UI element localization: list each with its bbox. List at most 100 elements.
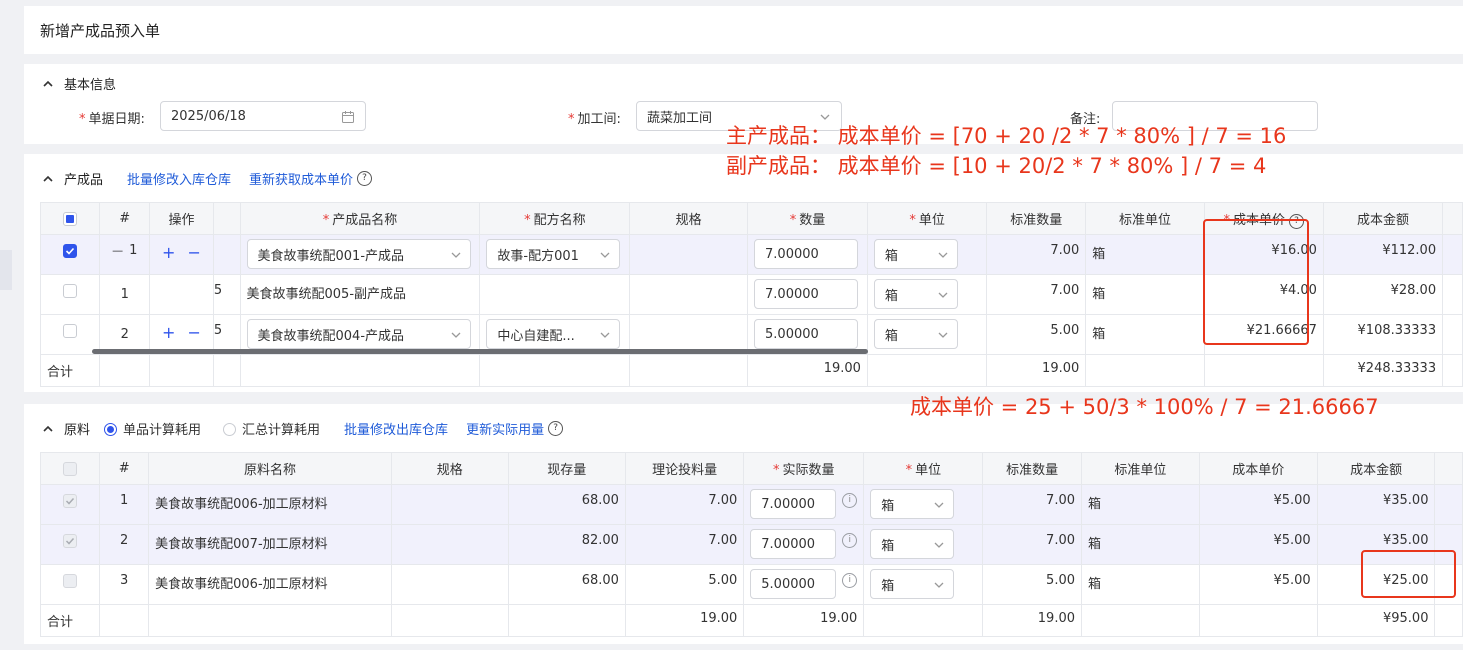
chevron-up-icon[interactable] <box>42 423 54 435</box>
row-checkbox[interactable] <box>63 243 78 258</box>
col-index: # <box>99 202 151 235</box>
theory-cell: 7.00 <box>624 524 745 565</box>
summary-label: 合计 <box>39 354 101 387</box>
info-icon[interactable]: i <box>842 533 858 548</box>
select-all-checkbox[interactable] <box>63 211 78 226</box>
help-icon[interactable]: ? <box>548 421 564 436</box>
chevron-down-icon <box>938 332 948 338</box>
update-usage-link[interactable]: 更新实际用量 <box>466 419 544 438</box>
select-all-checkbox[interactable] <box>63 461 78 476</box>
row-index: 3 <box>99 564 150 605</box>
check-icon <box>66 247 75 255</box>
summary-std-qty: 19.00 <box>982 604 1082 637</box>
materials-header-row: # 原料名称 规格 现存量 理论投料量 * 实际数量 * 单位 标准数量 标准单位 … <box>39 452 1463 485</box>
std-unit-cell: 箱 <box>1081 524 1200 565</box>
row-checkbox[interactable] <box>63 533 78 548</box>
stock-cell: 82.00 <box>507 524 626 565</box>
std-qty-cell: 7.00 <box>986 234 1087 275</box>
unit-select[interactable]: 箱 <box>873 239 958 269</box>
side-strip <box>0 250 12 290</box>
col-unit: * 单位 <box>863 452 984 485</box>
col-op: 操作 <box>149 202 214 235</box>
spec-cell <box>390 564 509 605</box>
info-icon[interactable]: i <box>842 573 858 588</box>
actual-qty-input[interactable]: 7.00000 <box>750 529 837 559</box>
unit-select[interactable]: 箱 <box>870 489 955 519</box>
actual-qty-input[interactable]: 5.00000 <box>750 569 837 599</box>
recipe-select[interactable]: 中心自建配... <box>486 319 621 349</box>
col-actual: * 实际数量 <box>743 452 865 485</box>
radio-dot <box>223 423 237 436</box>
remove-row-button[interactable]: − <box>187 243 200 262</box>
col-recipe: * 配方名称 <box>479 202 631 235</box>
info-icon[interactable]: i <box>842 493 858 508</box>
material-name-cell: 美食故事统配006-加工原材料 <box>148 484 392 525</box>
cost-price-cell: ¥5.00 <box>1198 524 1318 565</box>
collapse-icon[interactable]: — <box>112 244 123 257</box>
recipe-cell <box>479 274 631 315</box>
chevron-up-icon[interactable] <box>42 173 54 185</box>
product-name-cell: 美食故事统配005-副产成品 <box>239 274 481 315</box>
unit-select[interactable]: 箱 <box>870 529 955 559</box>
col-stock: 现存量 <box>507 452 626 485</box>
product-name-select[interactable]: 美食故事统配004-产成品 <box>246 319 471 349</box>
unit-select[interactable]: 箱 <box>873 279 958 309</box>
table-row[interactable]: 3 美食故事统配006-加工原材料 68.00 5.00 5.00000 i 箱 … <box>39 564 1463 605</box>
qty-input[interactable]: 7.00000 <box>754 279 859 309</box>
batch-warehouse-link[interactable]: 批量修改入库仓库 <box>127 169 231 188</box>
title-card: 新增产成品预入单 <box>24 6 1463 54</box>
chevron-down-icon <box>938 292 948 298</box>
materials-header: 原料 单品计算耗用 汇总计算耗用 批量修改出库仓库 更新实际用量 ? <box>42 419 564 438</box>
col-cost-amount: 成本金额 <box>1322 202 1444 235</box>
batch-out-warehouse-link[interactable]: 批量修改出库仓库 <box>344 419 448 438</box>
check-icon <box>66 537 75 545</box>
col-index: # <box>99 452 150 485</box>
materials-title: 原料 <box>64 423 91 438</box>
add-row-button[interactable]: + <box>162 323 175 342</box>
qty-input[interactable]: 5.00000 <box>754 319 859 349</box>
help-icon[interactable]: ? <box>357 171 373 186</box>
materials-card: 原料 单品计算耗用 汇总计算耗用 批量修改出库仓库 更新实际用量 ? # 原料名… <box>24 404 1463 644</box>
summary-qty: 19.00 <box>747 354 868 387</box>
unit-select[interactable]: 箱 <box>870 569 955 599</box>
recipe-select[interactable]: 故事-配方001 <box>486 239 621 269</box>
row-index: 1 <box>99 274 151 315</box>
unit-select[interactable]: 箱 <box>873 319 958 349</box>
summary-actual: 19.00 <box>743 604 865 637</box>
std-unit-cell: 箱 <box>1085 234 1205 275</box>
col-cost-price: 成本单价 <box>1198 452 1318 485</box>
chevron-down-icon <box>451 252 460 258</box>
actual-qty-input[interactable]: 7.00000 <box>750 489 837 519</box>
std-qty-cell: 7.00 <box>986 274 1087 315</box>
table-row[interactable]: 1 美食故事统配006-加工原材料 68.00 7.00 7.00000 i 箱 … <box>39 484 1463 525</box>
date-input[interactable]: 2025/06/18 <box>160 101 366 131</box>
stock-cell: 68.00 <box>507 484 626 525</box>
row-checkbox[interactable] <box>63 573 78 588</box>
col-theory: 理论投料量 <box>624 452 745 485</box>
refetch-cost-link[interactable]: 重新获取成本单价 <box>249 169 353 188</box>
product-name-select[interactable]: 美食故事统配001-产成品 <box>246 239 471 269</box>
remove-row-button[interactable]: − <box>187 323 200 342</box>
basic-info-title: 基本信息 <box>64 78 117 93</box>
horizontal-scrollbar[interactable] <box>92 349 868 354</box>
qty-input[interactable]: 7.00000 <box>754 239 859 269</box>
page-title: 新增产成品预入单 <box>40 22 161 40</box>
add-row-button[interactable]: + <box>162 243 175 262</box>
spec-cell <box>629 274 749 315</box>
table-row[interactable]: 2 美食故事统配007-加工原材料 82.00 7.00 7.00000 i 箱 … <box>39 524 1463 565</box>
summary-theory: 19.00 <box>624 604 745 637</box>
summary-std-qty: 19.00 <box>986 354 1087 387</box>
material-name-cell: 美食故事统配007-加工原材料 <box>148 524 392 565</box>
annotation-main-product: 主产成品： 成本单价 = [70 + 20 /2 * 7 * 80% ] / 7… <box>726 124 1287 148</box>
row-checkbox[interactable] <box>63 323 78 338</box>
row-checkbox[interactable] <box>63 493 78 508</box>
radio-total[interactable]: 汇总计算耗用 <box>223 419 320 438</box>
basic-info-header[interactable]: 基本信息 <box>42 74 140 93</box>
chevron-down-icon <box>600 332 610 338</box>
theory-cell: 5.00 <box>624 564 745 605</box>
radio-single[interactable]: 单品计算耗用 <box>104 419 201 438</box>
std-qty-cell: 7.00 <box>982 524 1082 565</box>
col-std-qty: 标准数量 <box>986 202 1087 235</box>
summary-cost-amount: ¥248.33333 <box>1322 354 1444 387</box>
row-checkbox[interactable] <box>63 283 78 298</box>
